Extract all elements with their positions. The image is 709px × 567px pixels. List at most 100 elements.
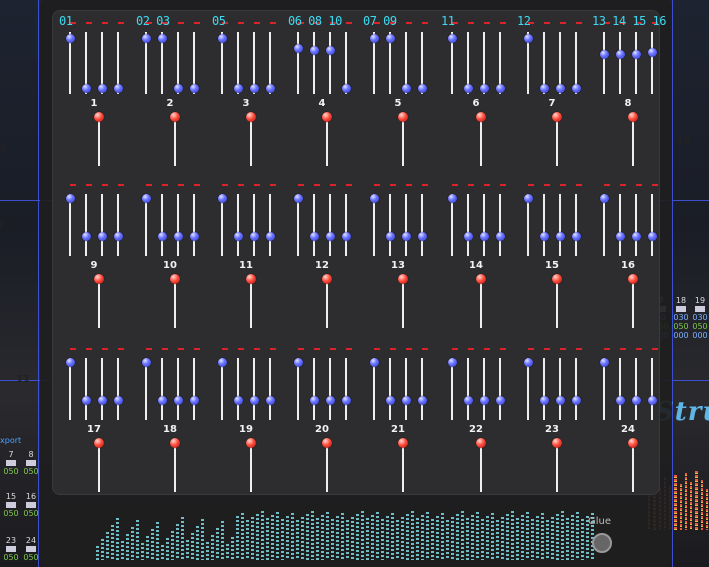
send-knob[interactable] (66, 34, 75, 43)
mini-switch[interactable] (676, 306, 686, 312)
volume-knob[interactable] (628, 274, 638, 284)
volume-knob[interactable] (94, 438, 104, 448)
channel-strip[interactable]: 14 (442, 182, 512, 332)
channel-strip[interactable]: 12 (288, 182, 358, 332)
send-knob[interactable] (66, 194, 75, 203)
send-knob[interactable] (402, 84, 411, 93)
mini-channel[interactable]: 19 030 050 000 (691, 296, 709, 340)
send-knob[interactable] (370, 194, 379, 203)
volume-knob[interactable] (322, 112, 332, 122)
send-knob[interactable] (326, 46, 335, 55)
send-knob[interactable] (524, 358, 533, 367)
send-knob[interactable] (556, 232, 565, 241)
send-knob[interactable] (98, 396, 107, 405)
channel-strip[interactable]: 7 (518, 20, 588, 170)
channel-strip[interactable]: 24 (594, 346, 664, 496)
send-knob[interactable] (342, 84, 351, 93)
send-knob[interactable] (326, 396, 335, 405)
send-knob[interactable] (418, 232, 427, 241)
send-knob[interactable] (310, 232, 319, 241)
channel-strip[interactable]: 19 (212, 346, 282, 496)
send-knob[interactable] (82, 232, 91, 241)
send-knob[interactable] (218, 34, 227, 43)
mini-switch[interactable] (695, 306, 705, 312)
volume-knob[interactable] (628, 112, 638, 122)
volume-knob[interactable] (322, 438, 332, 448)
export-label[interactable]: xport (0, 436, 21, 445)
mini-channel[interactable]: 8 050 (22, 450, 40, 476)
send-knob[interactable] (98, 84, 107, 93)
send-knob[interactable] (370, 34, 379, 43)
mini-switch[interactable] (6, 460, 16, 466)
channel-strip[interactable]: 4 (288, 20, 358, 170)
mini-channel[interactable]: 24 050 (22, 536, 40, 562)
volume-knob[interactable] (94, 274, 104, 284)
volume-knob[interactable] (170, 438, 180, 448)
send-knob[interactable] (648, 396, 657, 405)
send-knob[interactable] (496, 396, 505, 405)
send-knob[interactable] (190, 396, 199, 405)
send-knob[interactable] (496, 84, 505, 93)
send-knob[interactable] (540, 396, 549, 405)
send-knob[interactable] (556, 396, 565, 405)
send-knob[interactable] (524, 34, 533, 43)
send-knob[interactable] (294, 358, 303, 367)
volume-knob[interactable] (246, 112, 256, 122)
channel-strip[interactable]: 1 (60, 20, 130, 170)
send-knob[interactable] (174, 396, 183, 405)
send-knob[interactable] (114, 232, 123, 241)
send-knob[interactable] (386, 34, 395, 43)
send-knob[interactable] (556, 84, 565, 93)
send-knob[interactable] (600, 194, 609, 203)
send-knob[interactable] (480, 232, 489, 241)
volume-knob[interactable] (552, 438, 562, 448)
volume-knob[interactable] (628, 438, 638, 448)
channel-strip[interactable]: 11 (212, 182, 282, 332)
send-knob[interactable] (158, 232, 167, 241)
channel-strip[interactable]: 23 (518, 346, 588, 496)
volume-knob[interactable] (398, 438, 408, 448)
send-knob[interactable] (234, 232, 243, 241)
channel-strip[interactable]: 5 (364, 20, 434, 170)
send-knob[interactable] (616, 396, 625, 405)
send-knob[interactable] (464, 84, 473, 93)
send-knob[interactable] (218, 194, 227, 203)
mini-channel[interactable]: 7 050 (2, 450, 20, 476)
send-knob[interactable] (82, 84, 91, 93)
send-knob[interactable] (386, 396, 395, 405)
channel-strip[interactable]: 22 (442, 346, 512, 496)
send-knob[interactable] (632, 396, 641, 405)
send-knob[interactable] (402, 232, 411, 241)
send-knob[interactable] (370, 358, 379, 367)
channel-strip[interactable]: 16 (594, 182, 664, 332)
send-knob[interactable] (386, 232, 395, 241)
volume-knob[interactable] (246, 274, 256, 284)
glue-knob[interactable] (592, 533, 612, 553)
send-knob[interactable] (342, 232, 351, 241)
mini-channel[interactable]: 23 050 (2, 536, 20, 562)
volume-knob[interactable] (398, 274, 408, 284)
send-knob[interactable] (234, 84, 243, 93)
send-knob[interactable] (114, 396, 123, 405)
send-knob[interactable] (114, 84, 123, 93)
mini-switch[interactable] (6, 502, 16, 508)
send-knob[interactable] (266, 396, 275, 405)
send-knob[interactable] (326, 232, 335, 241)
send-knob[interactable] (524, 194, 533, 203)
send-knob[interactable] (600, 50, 609, 59)
volume-knob[interactable] (398, 112, 408, 122)
channel-strip[interactable]: 9 (60, 182, 130, 332)
volume-knob[interactable] (170, 274, 180, 284)
channel-strip[interactable]: 6 (442, 20, 512, 170)
send-knob[interactable] (448, 358, 457, 367)
send-knob[interactable] (234, 396, 243, 405)
send-knob[interactable] (418, 396, 427, 405)
send-knob[interactable] (342, 396, 351, 405)
send-knob[interactable] (142, 34, 151, 43)
mini-switch[interactable] (6, 546, 16, 552)
channel-strip[interactable]: 18 (136, 346, 206, 496)
send-knob[interactable] (266, 232, 275, 241)
channel-strip[interactable]: 20 (288, 346, 358, 496)
send-knob[interactable] (142, 358, 151, 367)
channel-strip[interactable]: 21 (364, 346, 434, 496)
